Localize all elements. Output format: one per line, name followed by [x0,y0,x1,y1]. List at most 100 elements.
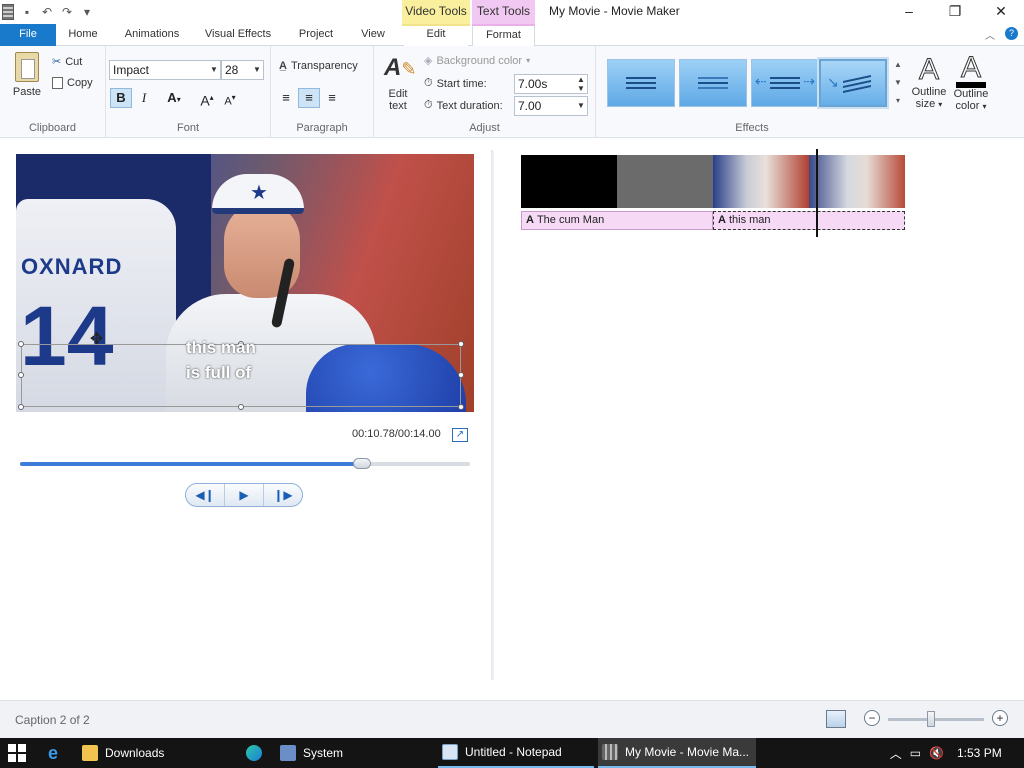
resize-handle[interactable] [458,404,464,410]
close-button[interactable]: ✕ [978,0,1024,24]
align-left-button[interactable]: ≡ [275,88,297,108]
seek-bar[interactable] [20,458,470,469]
tab-file[interactable]: File [0,24,56,46]
customize-qat-icon[interactable]: ▾ [80,5,94,19]
taskbar-item-movie-maker[interactable]: My Movie - Movie Ma... [598,738,756,768]
effect-thumbnail-3[interactable]: ⇠ ⇢ [751,59,819,107]
bold-button[interactable]: B [110,88,132,108]
resize-handle[interactable] [18,404,24,410]
storyboard-clip-gray[interactable] [617,155,713,208]
zoom-slider[interactable] [888,711,984,727]
video-tools-context-label: Video Tools [402,0,470,24]
tab-animations[interactable]: Animations [116,24,188,46]
font-family-dropdown[interactable]: Impact ▼ [109,60,221,80]
background-color-button[interactable]: ◈ Background color ▾ [424,54,530,68]
chevron-down-icon: ▼ [253,65,261,74]
stopwatch-icon: ⏱ [424,99,433,111]
redo-icon[interactable]: ↷ [60,5,74,19]
caption-text-overlay[interactable]: this man is full of [186,335,256,385]
edit-text-label-1: Edit [388,88,408,100]
storyboard-clip-video[interactable] [713,155,809,208]
taskbar-item-downloads[interactable]: Downloads [78,738,236,768]
grow-font-button[interactable]: A▴ [196,88,218,109]
effect-thumbnail-1[interactable] [607,59,675,107]
outline-size-label-1: Outline [911,86,947,98]
tab-view[interactable]: View [352,24,394,46]
storyboard-clip-video[interactable] [809,155,905,208]
text-tools-accent [472,24,535,26]
stopwatch-icon: ⏱ [424,77,433,89]
caption-strip-2[interactable]: Athis man [713,211,905,230]
edge-legacy-taskbar-button[interactable]: e [44,738,72,768]
star-logo-icon: ★ [250,182,268,204]
shrink-font-label: A [224,95,232,108]
paste-label: Paste [12,86,42,98]
zoom-slider-thumb[interactable] [927,711,936,727]
effect-thumbnail-4[interactable]: ↘ [819,59,887,107]
tab-home[interactable]: Home [60,24,106,46]
edit-text-button[interactable]: A✎ Edit text [380,54,416,112]
tab-format[interactable]: Format [472,24,535,47]
movie-maker-app-icon[interactable] [2,4,14,20]
italic-button[interactable]: I [133,88,155,108]
outline-size-label-2-row: size ▾ [908,98,950,110]
paste-button[interactable]: Paste [8,52,46,98]
edge-taskbar-button[interactable] [242,738,270,768]
outline-size-button[interactable]: A Outline size ▾ [908,53,950,110]
effect-thumbnail-2[interactable] [679,59,747,107]
resize-handle[interactable] [238,404,244,410]
undo-icon[interactable]: ↶ [40,5,54,19]
resize-handle[interactable] [458,341,464,347]
tab-edit[interactable]: Edit [404,24,468,46]
shrink-font-button[interactable]: A▾ [219,88,241,108]
start-time-stepper[interactable]: 7.00s ▲ ▼ [514,74,588,94]
transparency-label: Transparency [290,60,358,72]
pane-splitter[interactable] [491,150,494,680]
spin-arrows-icon[interactable]: ▲ ▼ [575,75,587,93]
caption-strip-1[interactable]: A The cum Man [521,211,713,230]
playback-controls: ◀❙ ▶ ❙▶ [185,483,303,507]
resize-handle[interactable] [18,341,24,347]
taskbar-item-notepad[interactable]: Untitled - Notepad [438,738,594,768]
network-icon[interactable]: ▭ [910,746,921,760]
play-button[interactable]: ▶ [225,484,264,506]
font-color-button[interactable]: A▾ [160,88,188,108]
quick-access-toolbar: ▪ ↶ ↷ ▾ [0,0,94,24]
zoom-out-button[interactable]: − [864,710,880,726]
save-icon[interactable]: ▪ [20,5,34,19]
zoom-in-button[interactable]: + [992,710,1008,726]
windows-start-button[interactable] [8,744,26,762]
help-icon[interactable]: ? [1005,27,1018,40]
copy-button[interactable]: Copy [52,77,93,89]
align-center-button[interactable]: ≡ [298,88,320,108]
taskbar-item-system[interactable]: System [276,738,432,768]
thumbnail-size-icon[interactable] [826,710,846,728]
align-right-button[interactable]: ≡ [321,88,343,108]
taskbar-clock[interactable]: 1:53 PM [957,746,1002,760]
resize-handle[interactable] [458,372,464,378]
fullscreen-preview-button[interactable]: ↗ [452,428,468,442]
minimize-button[interactable]: – [886,0,932,24]
resize-handle[interactable] [18,372,24,378]
system-icon [280,745,296,761]
outline-color-button[interactable]: A Outline color ▾ [950,52,992,112]
effects-gallery-scroll[interactable]: ▲ ▼ ▾ [893,56,903,112]
taskbar-item-label: Untitled - Notepad [465,745,562,759]
font-size-dropdown[interactable]: 28 ▼ [221,60,264,80]
volume-icon[interactable]: 🔇 [929,746,944,760]
maximize-button[interactable]: ❐ [932,0,978,24]
tab-visual-effects[interactable]: Visual Effects [196,24,280,46]
next-frame-button[interactable]: ❙▶ [264,484,302,506]
previous-frame-button[interactable]: ◀❙ [186,484,225,506]
caption-counter: Caption 2 of 2 [15,713,90,727]
show-hidden-icons-icon[interactable]: ︿ [890,745,902,762]
collapse-ribbon-icon[interactable]: ︿ [985,27,995,42]
cut-button[interactable]: ✂ Cut [52,55,82,69]
transparency-button[interactable]: A̲ Transparency [279,60,358,72]
seek-bar-thumb[interactable] [353,458,371,469]
timeline-playhead[interactable] [816,149,818,237]
storyboard-clip-black[interactable] [521,155,617,208]
text-duration-dropdown[interactable]: 7.00 ▼ [514,96,588,116]
font-color-label: A [167,90,177,105]
tab-project[interactable]: Project [290,24,342,46]
